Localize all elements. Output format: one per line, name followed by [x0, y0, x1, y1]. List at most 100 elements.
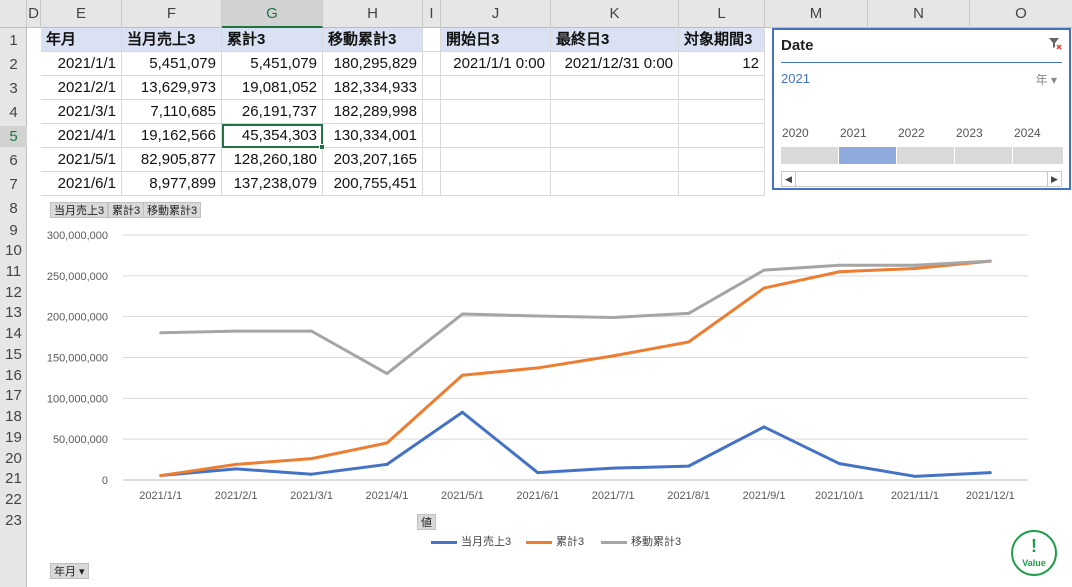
legend-entry[interactable]: 当月売上3	[431, 535, 511, 549]
empty-cell[interactable]	[423, 76, 441, 100]
value-cell[interactable]: 182,334,933	[323, 76, 423, 100]
empty-cell[interactable]	[423, 28, 441, 52]
value-cell[interactable]: 26,191,737	[222, 100, 323, 124]
scroll-left-icon[interactable]: ◀	[782, 172, 796, 186]
empty-cell[interactable]	[679, 172, 765, 196]
value-badge-icon[interactable]: ! Value	[1011, 530, 1057, 576]
value-cell[interactable]: 13,629,973	[122, 76, 222, 100]
date-cell[interactable]: 2021/4/1	[41, 124, 122, 148]
value-cell[interactable]: 5,451,079	[222, 52, 323, 76]
column-header-d[interactable]: D	[27, 0, 41, 28]
slicer-year-bar-2020[interactable]	[781, 147, 839, 164]
period-value-cell[interactable]: 2021/12/31 0:00	[551, 52, 679, 76]
select-all-corner[interactable]	[0, 0, 27, 28]
table-header-cell[interactable]: 当月売上3	[122, 28, 222, 52]
slicer-scrollbar[interactable]: ◀ ▶	[781, 171, 1062, 187]
date-cell[interactable]: 2021/5/1	[41, 148, 122, 172]
row-header[interactable]: 1	[0, 30, 27, 51]
legend-entry[interactable]: 移動累計3	[601, 535, 681, 549]
row-header[interactable]: 6	[0, 150, 27, 171]
value-cell[interactable]: 130,334,001	[323, 124, 423, 148]
fill-handle[interactable]	[319, 144, 325, 150]
column-header-i[interactable]: I	[423, 0, 441, 28]
column-header-n[interactable]: N	[868, 0, 970, 28]
legend-entry[interactable]: 累計3	[526, 535, 584, 549]
row-header[interactable]: 4	[0, 102, 27, 123]
empty-cell[interactable]	[679, 148, 765, 172]
slicer-year-bar-2024[interactable]	[1013, 147, 1064, 164]
value-cell[interactable]: 7,110,685	[122, 100, 222, 124]
date-cell[interactable]: 2021/2/1	[41, 76, 122, 100]
row-header[interactable]: 10	[0, 240, 27, 261]
slicer-level-dropdown[interactable]: 年 ▾	[1036, 71, 1057, 88]
column-header-l[interactable]: L	[679, 0, 765, 28]
value-cell[interactable]: 182,289,998	[323, 100, 423, 124]
empty-cell[interactable]	[551, 124, 679, 148]
empty-cell[interactable]	[679, 100, 765, 124]
value-cell[interactable]: 180,295,829	[323, 52, 423, 76]
column-header-j[interactable]: J	[441, 0, 551, 28]
empty-cell[interactable]	[441, 100, 551, 124]
empty-cell[interactable]	[441, 148, 551, 172]
table-header-cell[interactable]: 累計3	[222, 28, 323, 52]
row-header[interactable]: 16	[0, 365, 27, 386]
row-header[interactable]: 8	[0, 198, 27, 219]
row-header[interactable]: 7	[0, 174, 27, 195]
row-header[interactable]: 11	[0, 261, 27, 282]
column-header-h[interactable]: H	[323, 0, 423, 28]
column-header-k[interactable]: K	[551, 0, 679, 28]
value-cell[interactable]: 203,207,165	[323, 148, 423, 172]
row-header[interactable]: 23	[0, 510, 27, 531]
row-header[interactable]: 2	[0, 54, 27, 75]
row-header[interactable]: 20	[0, 448, 27, 469]
table-header-cell[interactable]: 移動累計3	[323, 28, 423, 52]
row-header[interactable]: 12	[0, 282, 27, 303]
value-cell[interactable]: 82,905,877	[122, 148, 222, 172]
period-value-cell[interactable]: 2021/1/1 0:00	[441, 52, 551, 76]
date-cell[interactable]: 2021/1/1	[41, 52, 122, 76]
row-header[interactable]: 19	[0, 427, 27, 448]
row-header[interactable]: 9	[0, 220, 27, 241]
value-cell[interactable]: 128,260,180	[222, 148, 323, 172]
scroll-right-icon[interactable]: ▶	[1047, 172, 1061, 186]
column-header-g[interactable]: G	[222, 0, 323, 28]
empty-cell[interactable]	[423, 172, 441, 196]
empty-cell[interactable]	[441, 76, 551, 100]
row-header[interactable]: 15	[0, 344, 27, 365]
clear-filter-icon[interactable]	[1048, 36, 1062, 53]
date-cell[interactable]: 2021/3/1	[41, 100, 122, 124]
period-header-cell[interactable]: 開始日3	[441, 28, 551, 52]
empty-cell[interactable]	[551, 172, 679, 196]
table-header-cell[interactable]: 年月	[41, 28, 122, 52]
empty-cell[interactable]	[551, 148, 679, 172]
empty-cell[interactable]	[423, 124, 441, 148]
row-header[interactable]: 22	[0, 489, 27, 510]
value-cell[interactable]: 5,451,079	[122, 52, 222, 76]
empty-cell[interactable]	[441, 124, 551, 148]
empty-cell[interactable]	[679, 76, 765, 100]
empty-cell[interactable]	[551, 76, 679, 100]
date-cell[interactable]: 2021/6/1	[41, 172, 122, 196]
row-header[interactable]: 21	[0, 468, 27, 489]
row-header[interactable]: 17	[0, 385, 27, 406]
empty-cell[interactable]	[551, 100, 679, 124]
empty-cell[interactable]	[423, 52, 441, 76]
slicer-year-bar-2023[interactable]	[955, 147, 1013, 164]
period-value-cell[interactable]: 12	[679, 52, 765, 76]
empty-cell[interactable]	[679, 124, 765, 148]
value-cell[interactable]: 19,162,566	[122, 124, 222, 148]
value-cell[interactable]: 137,238,079	[222, 172, 323, 196]
column-header-m[interactable]: M	[765, 0, 868, 28]
column-header-f[interactable]: F	[122, 0, 222, 28]
row-header[interactable]: 3	[0, 78, 27, 99]
row-header[interactable]: 18	[0, 406, 27, 427]
column-header-o[interactable]: O	[970, 0, 1072, 28]
date-slicer[interactable]: Date 2021 年 ▾ 2020 2021 2022 2023 2024 ◀…	[772, 28, 1071, 190]
slicer-year-bar-2021[interactable]	[839, 147, 897, 164]
column-header-e[interactable]: E	[41, 0, 122, 28]
empty-cell[interactable]	[423, 100, 441, 124]
slicer-year-bar-2022[interactable]	[897, 147, 955, 164]
line-chart[interactable]: 0 50,000,000 100,000,000 150,000,000 200,000…	[28, 195, 1072, 585]
period-header-cell[interactable]: 最終日3	[551, 28, 679, 52]
row-header[interactable]: 5	[0, 126, 27, 147]
